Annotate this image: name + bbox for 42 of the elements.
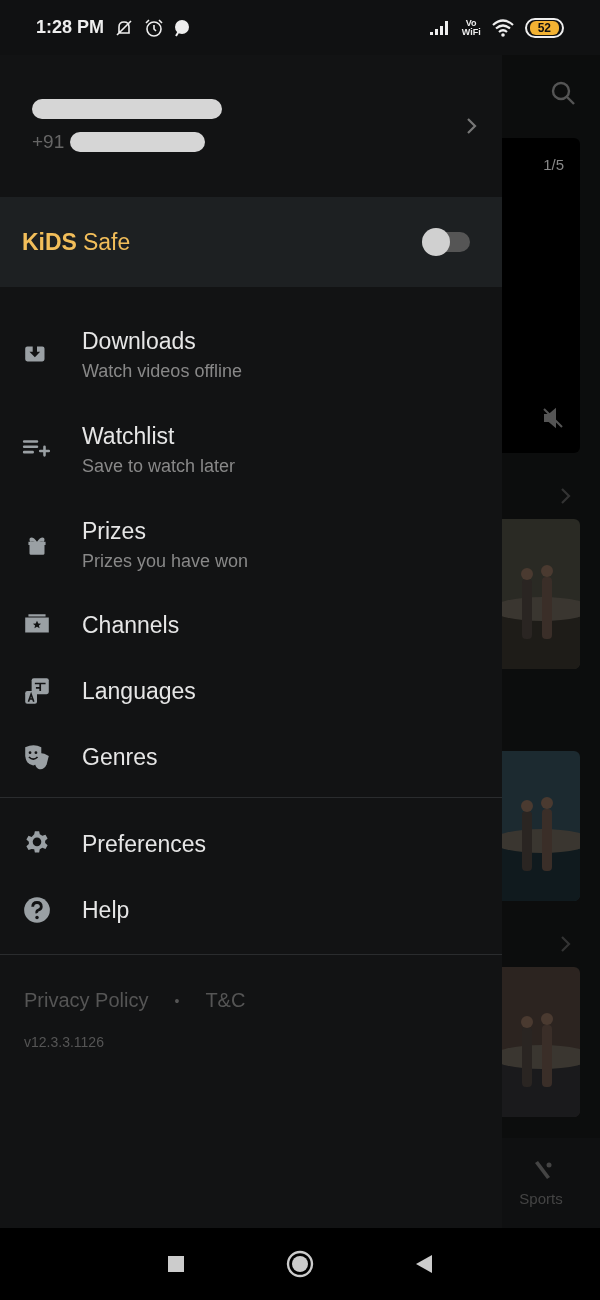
kids-logo: KiDS xyxy=(22,228,77,256)
menu-item[interactable]: Preferences xyxy=(0,811,502,877)
slide-counter: 1/5 xyxy=(543,156,564,173)
language-icon xyxy=(22,676,52,706)
kids-safe-label: Safe xyxy=(82,228,131,256)
chevron-right-icon xyxy=(466,117,478,135)
app-version: v12.3.3.1126 xyxy=(24,1034,105,1050)
vowifi-indicator: Vo WiFi xyxy=(461,18,481,37)
menu-item-subtitle: Watch videos offline xyxy=(82,360,243,382)
menu-item[interactable]: Genres xyxy=(0,724,502,790)
menu-item-subtitle: Save to watch later xyxy=(82,455,236,477)
search-icon[interactable] xyxy=(550,80,576,106)
menu-item-title: Languages xyxy=(82,677,196,705)
alarm-icon xyxy=(144,17,165,38)
muted-speaker-icon[interactable] xyxy=(542,407,564,429)
recents-button[interactable] xyxy=(166,1254,186,1274)
clock: 1:28 PM xyxy=(36,17,105,38)
menu-item-title: Channels xyxy=(82,611,180,639)
menu-item-title: Downloads xyxy=(82,327,197,355)
menu-item-title: Preferences xyxy=(82,830,206,858)
wifi-icon xyxy=(490,17,515,38)
menu-item-title: Watchlist xyxy=(82,422,176,450)
muted-bell-icon xyxy=(114,17,135,38)
masks-icon xyxy=(22,742,52,772)
banner-card[interactable]: 1/5 xyxy=(502,138,580,453)
separator-dot: • xyxy=(174,992,180,1009)
kids-safe-toggle[interactable] xyxy=(422,228,470,256)
menu-item[interactable]: Prizes Prizes you have won xyxy=(0,497,502,592)
menu-item-subtitle: Prizes you have won xyxy=(82,550,249,572)
menu-item-title: Prizes xyxy=(82,517,147,545)
back-button[interactable] xyxy=(414,1254,434,1274)
menu-item-title: Genres xyxy=(82,743,158,771)
menu-item[interactable]: Channels xyxy=(0,592,502,658)
menu-item[interactable]: Watchlist Save to watch later xyxy=(0,402,502,497)
phone-number: +91 xyxy=(32,131,65,153)
home-button[interactable] xyxy=(286,1250,314,1278)
menu-item[interactable]: Help xyxy=(0,877,502,943)
battery-indicator: 52 xyxy=(524,17,564,38)
menu-item-title: Help xyxy=(82,896,130,924)
menu-item[interactable]: Downloads Watch videos offline xyxy=(0,307,502,402)
menu-item[interactable]: Languages xyxy=(0,658,502,724)
help-icon xyxy=(22,895,52,925)
